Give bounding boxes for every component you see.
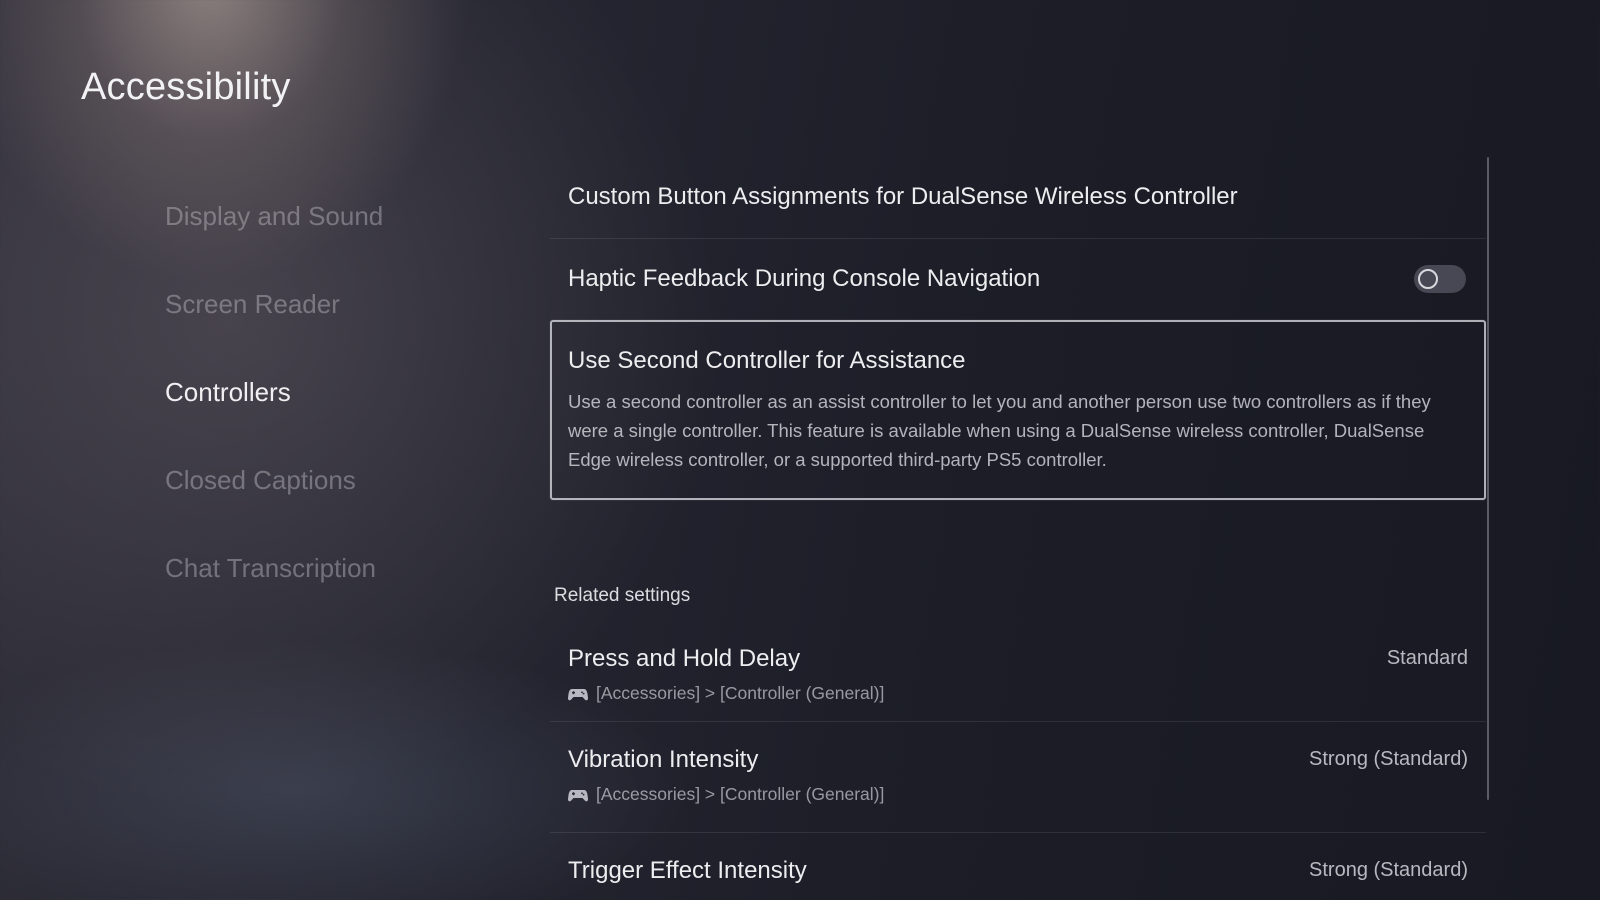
related-item-press-and-hold-delay[interactable]: Press and Hold Delay [Accessories] > [Co… (550, 615, 1486, 722)
sidebar-item-chat-transcription[interactable]: Chat Transcription (165, 524, 525, 612)
sidebar-item-label: Display and Sound (165, 200, 384, 231)
setting-title: Use Second Controller for Assistance (568, 347, 966, 374)
setting-value: Strong (Standard) (1309, 859, 1468, 881)
controller-icon (568, 688, 588, 700)
page-title: Accessibility (81, 66, 291, 108)
controller-icon (568, 789, 588, 801)
settings-path: [Accessories] > [Controller (General)] (596, 683, 885, 703)
sidebar-item-display-and-sound[interactable]: Display and Sound (165, 172, 525, 260)
setting-value: Standard (1386, 647, 1468, 669)
sidebar: Display and Sound Screen Reader Controll… (165, 172, 525, 612)
sidebar-item-screen-reader[interactable]: Screen Reader (165, 260, 525, 348)
settings-path: [Accessories] > [Controller (General)] (596, 784, 885, 804)
haptic-feedback-row[interactable]: Haptic Feedback During Console Navigatio… (550, 239, 1486, 319)
setting-title: Haptic Feedback During Console Navigatio… (568, 265, 1041, 292)
sidebar-item-label: Closed Captions (165, 464, 356, 495)
sidebar-item-label: Screen Reader (165, 288, 340, 319)
setting-title: Trigger Effect Intensity (568, 857, 807, 884)
sidebar-item-label: Controllers (165, 376, 291, 407)
toggle-knob (1418, 269, 1438, 289)
related-item-trigger-effect-intensity[interactable]: Trigger Effect Intensity Strong (Standar… (550, 833, 1486, 900)
related-settings-heading: Related settings (554, 585, 691, 606)
setting-title: Custom Button Assignments for DualSense … (568, 182, 1238, 210)
second-controller-assist-row[interactable]: Use Second Controller for Assistance Use… (550, 320, 1486, 500)
setting-title: Press and Hold Delay (568, 645, 801, 672)
haptic-feedback-toggle[interactable] (1414, 265, 1466, 293)
settings-panel: Custom Button Assignments for DualSense … (550, 155, 1486, 900)
related-item-vibration-intensity[interactable]: Vibration Intensity [Accessories] > [Con… (550, 722, 1486, 833)
custom-button-assignments-row[interactable]: Custom Button Assignments for DualSense … (550, 155, 1486, 239)
sidebar-item-closed-captions[interactable]: Closed Captions (165, 436, 525, 524)
sidebar-item-controllers[interactable]: Controllers (165, 348, 525, 436)
sidebar-item-label: Chat Transcription (165, 552, 376, 583)
setting-description: Use a second controller as an assist con… (568, 391, 1431, 470)
scrollbar[interactable] (1487, 157, 1489, 800)
setting-title: Vibration Intensity (568, 746, 759, 773)
setting-value: Strong (Standard) (1309, 748, 1468, 770)
